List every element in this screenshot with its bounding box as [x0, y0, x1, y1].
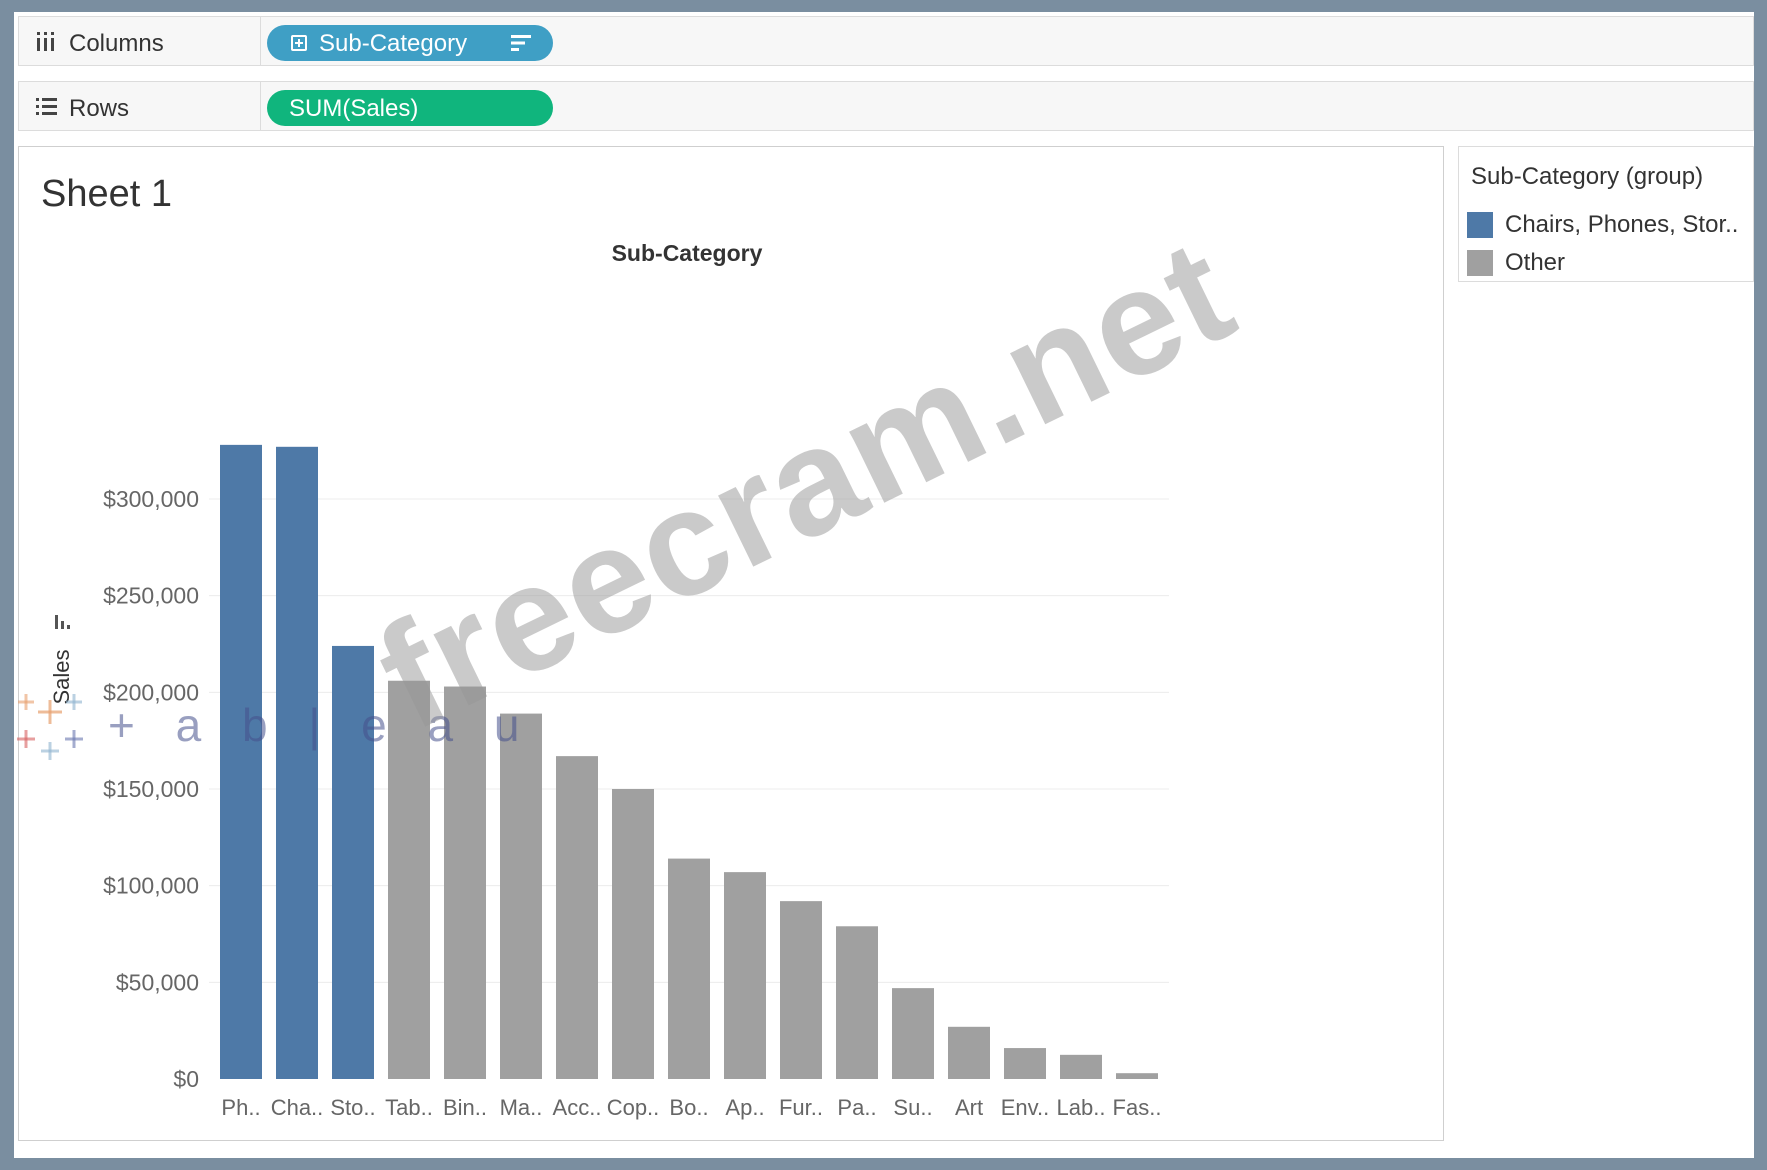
x-tick-label: Env..	[1001, 1095, 1050, 1120]
x-tick-label: Tab..	[385, 1095, 433, 1120]
bar-3[interactable]	[388, 680, 430, 1079]
bar-4[interactable]	[444, 686, 486, 1079]
bar-7[interactable]	[612, 789, 654, 1079]
chart-title: Sub-Category	[612, 240, 763, 266]
legend-swatch-gray	[1467, 250, 1493, 276]
columns-label-cell: Columns	[19, 17, 261, 65]
x-tick-label: Pa..	[837, 1095, 876, 1120]
bar-16[interactable]	[1116, 1073, 1158, 1079]
bar-8[interactable]	[668, 858, 710, 1079]
bar-9[interactable]	[724, 872, 766, 1079]
bar-2[interactable]	[332, 645, 374, 1079]
y-tick-label: $0	[173, 1066, 199, 1092]
y-tick-label: $50,000	[116, 969, 199, 995]
bar-chart[interactable]: Sub-Category $0 $50,000 $100,000 $150,000 $20…	[19, 147, 1445, 1142]
sub-category-pill[interactable]: Sub-Category	[267, 25, 553, 61]
x-tick-label: Bin..	[443, 1095, 487, 1120]
bar-12[interactable]	[892, 988, 934, 1079]
x-tick-label: Bo..	[669, 1095, 708, 1120]
bar-11[interactable]	[836, 926, 878, 1079]
bar-10[interactable]	[780, 901, 822, 1079]
sum-sales-pill[interactable]: SUM(Sales)	[267, 90, 553, 126]
axis-indicator-icon	[61, 621, 64, 629]
x-tick-label: Lab..	[1057, 1095, 1106, 1120]
bar-1[interactable]	[276, 446, 318, 1079]
rows-label: Rows	[69, 95, 130, 122]
x-tick-label: Cha..	[271, 1095, 324, 1120]
x-tick-label: Acc..	[553, 1095, 602, 1120]
legend-title: Sub-Category (group)	[1471, 163, 1704, 190]
sub-category-pill-label: Sub-Category	[319, 30, 468, 57]
x-tick-label: Ap..	[725, 1095, 764, 1120]
rows-icon	[36, 98, 57, 115]
x-tick-label: Cop..	[607, 1095, 660, 1120]
color-legend[interactable]: Sub-Category (group) Chairs, Phones, Sto…	[1458, 146, 1754, 282]
viz-area[interactable]: Sheet 1 Sub-Category $0 $50,000 $100,000 $15…	[18, 146, 1444, 1141]
columns-shelf[interactable]: Columns Sub-Category	[18, 16, 1754, 66]
sum-sales-pill-label: SUM(Sales)	[289, 95, 419, 122]
bar-13[interactable]	[948, 1026, 990, 1079]
x-tick-label: Fur..	[779, 1095, 823, 1120]
y-tick-label: $300,000	[103, 486, 199, 512]
bar-15[interactable]	[1060, 1054, 1102, 1079]
legend-item-chairs-phones-storage[interactable]: Chairs, Phones, Stor..	[1467, 209, 1747, 239]
y-axis-label: Sales	[49, 649, 74, 704]
rows-label-cell: Rows	[19, 82, 261, 130]
rows-shelf[interactable]: Rows SUM(Sales)	[18, 81, 1754, 131]
x-tick-label: Sto..	[330, 1095, 375, 1120]
bar-5[interactable]	[500, 713, 542, 1079]
legend-swatch-blue	[1467, 212, 1493, 238]
sort-descending-icon[interactable]	[509, 33, 535, 53]
bar-0[interactable]	[220, 444, 262, 1079]
y-tick-label: $250,000	[103, 583, 199, 609]
legend-label: Chairs, Phones, Stor..	[1505, 211, 1739, 238]
y-tick-label: $150,000	[103, 776, 199, 802]
y-tick-label: $200,000	[103, 679, 199, 705]
axis-indicator-icon	[67, 625, 70, 629]
columns-icon	[37, 32, 54, 51]
x-tick-label: Ph..	[221, 1095, 260, 1120]
y-tick-label: $100,000	[103, 873, 199, 899]
axis-indicator-icon	[55, 615, 58, 629]
columns-label: Columns	[69, 30, 164, 57]
bar-6[interactable]	[556, 756, 598, 1079]
legend-label: Other	[1505, 249, 1566, 276]
bar-14[interactable]	[1004, 1048, 1046, 1079]
expand-plus-icon[interactable]	[291, 35, 307, 51]
x-tick-label: Art	[955, 1095, 983, 1120]
x-tick-label: Su..	[893, 1095, 932, 1120]
x-tick-label: Fas..	[1113, 1095, 1162, 1120]
legend-item-other[interactable]: Other	[1467, 247, 1747, 277]
x-tick-label: Ma..	[500, 1095, 543, 1120]
